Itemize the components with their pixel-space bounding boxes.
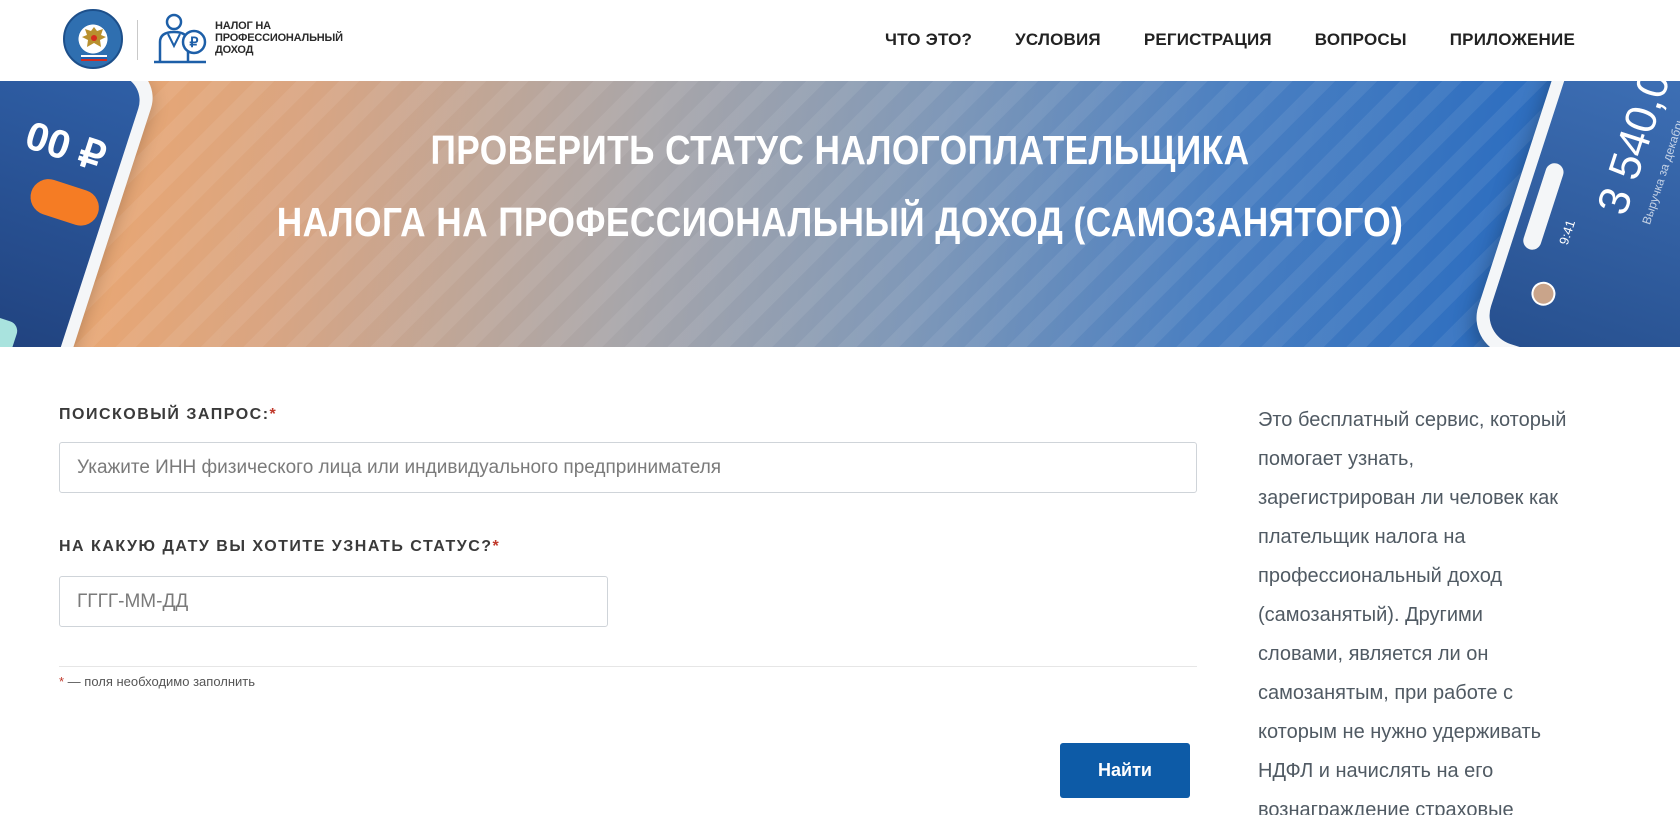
search-label-text: ПОИСКОВЫЙ ЗАПРОС: [59, 406, 270, 423]
required-note-text: — поля необходимо заполнить [64, 674, 256, 689]
logo-text[interactable]: НАЛОГ НА ПРОФЕССИОНАЛЬНЫЙ ДОХОД [215, 20, 343, 56]
svg-text:₽: ₽ [190, 34, 199, 50]
phone-left-card [0, 299, 20, 347]
description-line: (самозанятый). Другими [1258, 604, 1483, 626]
description-line: самозанятым, при работе с [1258, 682, 1514, 704]
page-title: ПРОВЕРИТЬ СТАТУС НАЛОГОПЛАТЕЛЬЩИКА НАЛОГ… [118, 114, 1563, 258]
inn-search-input[interactable] [59, 442, 1197, 493]
date-input[interactable] [59, 576, 608, 627]
description-line: словами, является ли он [1258, 643, 1489, 665]
required-note: * — поля необходимо заполнить [59, 674, 255, 689]
description-line: НДФЛ и начислять на его [1258, 760, 1494, 782]
fns-emblem-logo[interactable] [63, 9, 123, 69]
nav-conditions[interactable]: УСЛОВИЯ [1015, 30, 1101, 50]
description-line: Это бесплатный сервис, который [1258, 409, 1567, 431]
nav-what-is-it[interactable]: ЧТО ЭТО? [885, 30, 972, 50]
logo-text-line-2: ПРОФЕССИОНАЛЬНЫЙ [215, 32, 343, 44]
flag-icon [81, 55, 107, 61]
description-line: профессиональный доход [1258, 565, 1503, 587]
form-divider [59, 666, 1197, 667]
hero-banner: 00 ₽ 9:41 3 540,00 ₽ Выручка за декабрь … [0, 81, 1680, 347]
main-nav: ЧТО ЭТО? УСЛОВИЯ РЕГИСТРАЦИЯ ВОПРОСЫ ПРИ… [885, 30, 1575, 50]
description-line: плательщик налога на [1258, 526, 1466, 548]
description-line: вознаграждение страховые [1258, 799, 1514, 815]
self-employed-person-icon[interactable]: ₽ [150, 12, 210, 68]
logo-divider [137, 20, 138, 60]
avatar [1528, 278, 1559, 309]
search-label: ПОИСКОВЫЙ ЗАПРОС:* [59, 406, 277, 424]
eagle-icon [82, 27, 106, 47]
page-title-line-1: ПРОВЕРИТЬ СТАТУС НАЛОГОПЛАТЕЛЬЩИКА [430, 127, 1250, 173]
nav-questions[interactable]: ВОПРОСЫ [1315, 30, 1407, 50]
nav-app[interactable]: ПРИЛОЖЕНИЕ [1450, 30, 1575, 50]
description-line: зарегистрирован ли человек как [1258, 487, 1559, 509]
description-line: которым не нужно удерживать [1258, 721, 1542, 743]
description-line: помогает узнать, [1258, 448, 1415, 470]
phone-left-orange-button [25, 174, 104, 231]
date-label-text: НА КАКУЮ ДАТУ ВЫ ХОТИТЕ УЗНАТЬ СТАТУС? [59, 538, 493, 555]
required-mark: * [269, 406, 278, 423]
site-header: ₽ НАЛОГ НА ПРОФЕССИОНАЛЬНЫЙ ДОХОД ЧТО ЭТ… [0, 0, 1680, 81]
page-title-line-2: НАЛОГА НА ПРОФЕССИОНАЛЬНЫЙ ДОХОД (САМОЗА… [276, 199, 1404, 245]
nav-registration[interactable]: РЕГИСТРАЦИЯ [1144, 30, 1272, 50]
logo-text-line-1: НАЛОГ НА [215, 20, 271, 32]
logo-text-line-3: ДОХОД [215, 44, 254, 56]
phone-left-amount: 00 ₽ [20, 113, 111, 181]
required-mark: * [492, 538, 501, 555]
service-description: Это бесплатный сервис, который помогает … [1258, 401, 1618, 815]
date-label: НА КАКУЮ ДАТУ ВЫ ХОТИТЕ УЗНАТЬ СТАТУС?* [59, 538, 500, 556]
find-button[interactable]: Найти [1060, 743, 1190, 798]
